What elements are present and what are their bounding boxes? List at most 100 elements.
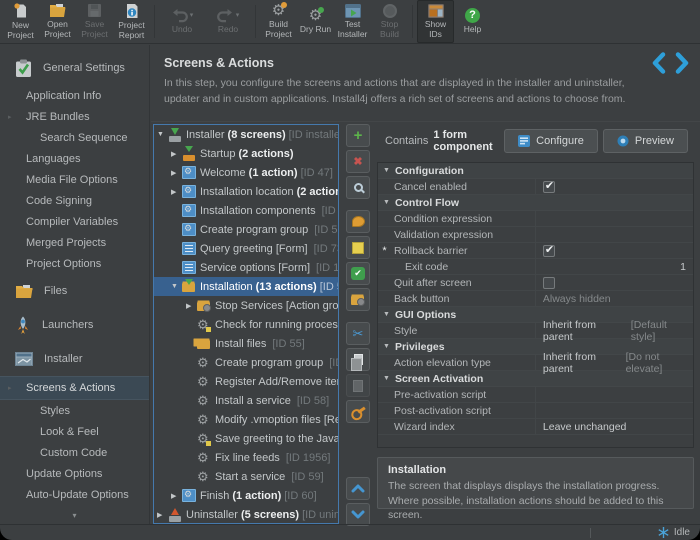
tree-row[interactable]: ▶Stop Services [Action group](...: [154, 296, 338, 315]
property-row[interactable]: Condition expression: [378, 211, 693, 227]
property-row[interactable]: Exit code1: [378, 259, 693, 275]
property-row[interactable]: Action elevation typeInherit from parent…: [378, 355, 693, 371]
project-report-button[interactable]: Project Report: [113, 0, 150, 43]
sidebar-item-auto-update-options[interactable]: Auto-Update Options: [0, 484, 149, 505]
previous-step-icon[interactable]: [651, 52, 667, 74]
tree-row[interactable]: Create program group[ID 56]: [154, 353, 338, 372]
property-row[interactable]: Cancel enabled: [378, 179, 693, 195]
test-installer-button[interactable]: Test Installer: [334, 0, 371, 43]
collapse-icon[interactable]: ▼: [157, 131, 168, 138]
paste-button[interactable]: [346, 374, 370, 397]
build-project-button[interactable]: ⚙ Build Project: [260, 0, 297, 43]
sidebar-item-languages[interactable]: Languages: [0, 148, 149, 169]
tree-row[interactable]: Start a service[ID 59]: [154, 467, 338, 486]
sidebar-scroll-more-icon[interactable]: ▾: [0, 511, 149, 520]
property-row[interactable]: Quit after screen: [378, 275, 693, 291]
save-project-button[interactable]: Save Project: [76, 0, 113, 43]
tree-row[interactable]: Modify .vmoption files [Replac...: [154, 410, 338, 429]
property-row[interactable]: *Rollback barrier: [378, 243, 693, 259]
tree-row[interactable]: Installation components[ID 49]: [154, 201, 338, 220]
redo-button[interactable]: ▾ Redo: [205, 0, 251, 43]
expand-icon[interactable]: ▶: [171, 492, 182, 500]
sidebar-item-application-info[interactable]: Application Info: [0, 85, 149, 106]
collapse-icon[interactable]: ▼: [383, 343, 390, 350]
sidebar-item-launchers[interactable]: Launchers: [0, 308, 149, 342]
expander-icon[interactable]: ▸: [8, 384, 12, 392]
checkbox-checked[interactable]: [543, 181, 555, 193]
sidebar-item-compiler-variables[interactable]: Compiler Variables: [0, 211, 149, 232]
add-button[interactable]: +: [346, 124, 370, 147]
sidebar-item-styles[interactable]: Styles: [0, 400, 149, 421]
sidebar-item-search-sequence[interactable]: Search Sequence: [0, 127, 149, 148]
section-configuration[interactable]: ▼Configuration: [378, 163, 693, 179]
tree-row[interactable]: Service options [Form][ID 1565]: [154, 258, 338, 277]
move-up-button[interactable]: [346, 477, 370, 500]
section-control-flow[interactable]: ▼Control Flow: [378, 195, 693, 211]
property-row[interactable]: StyleInherit from parent[Default style]: [378, 323, 693, 339]
checkbox-unchecked[interactable]: [543, 277, 555, 289]
expand-icon[interactable]: ▶: [171, 150, 182, 158]
tree-row[interactable]: Install a service[ID 58]: [154, 391, 338, 410]
tree-row[interactable]: Check for running processes[I...: [154, 315, 338, 334]
tree-row[interactable]: Fix line feeds[ID 1956]: [154, 448, 338, 467]
sidebar-item-jre-bundles[interactable]: ▸JRE Bundles: [0, 106, 149, 127]
tree-row[interactable]: Save greeting to the Java prefe...: [154, 429, 338, 448]
move-down-button[interactable]: [346, 503, 370, 526]
link-button[interactable]: [346, 400, 370, 423]
next-step-icon[interactable]: [674, 52, 690, 74]
tree-row[interactable]: Install files[ID 55]: [154, 334, 338, 353]
sidebar-item-code-signing[interactable]: Code Signing: [0, 190, 149, 211]
collapse-icon[interactable]: ▼: [383, 199, 390, 206]
sidebar-item-media-file-options[interactable]: Media File Options: [0, 169, 149, 190]
property-row[interactable]: Pre-activation script: [378, 387, 693, 403]
sidebar-item-merged-projects[interactable]: Merged Projects: [0, 232, 149, 253]
preview-button[interactable]: Preview: [603, 129, 688, 153]
tree-row[interactable]: Create program group[ID 50]: [154, 220, 338, 239]
sidebar-item-files[interactable]: Files: [0, 274, 149, 308]
expand-icon[interactable]: ▶: [157, 511, 168, 519]
sidebar-item-look-and-feel[interactable]: Look & Feel: [0, 421, 149, 442]
checkbox-checked[interactable]: [543, 245, 555, 257]
comment-button[interactable]: [346, 210, 370, 233]
show-ids-button[interactable]: Show IDs: [417, 0, 454, 43]
expander-icon[interactable]: ▸: [8, 113, 12, 121]
expand-icon[interactable]: ▶: [171, 188, 182, 196]
open-project-button[interactable]: Open Project: [39, 0, 76, 43]
sidebar-item-installer[interactable]: Installer: [0, 342, 149, 376]
expand-icon[interactable]: ▶: [186, 302, 197, 310]
expand-icon[interactable]: ▶: [171, 169, 182, 177]
tree-row[interactable]: ▶Startup(2 actions): [154, 144, 338, 163]
tree-row[interactable]: ▼Installer(8 screens)[ID installer]: [154, 125, 338, 144]
exit-code-value[interactable]: 1: [543, 261, 693, 273]
validate-button[interactable]: ✔: [346, 262, 370, 285]
stop-build-button[interactable]: Stop Build: [371, 0, 408, 43]
property-row[interactable]: Back buttonAlways hidden: [378, 291, 693, 307]
sidebar-item-general-settings[interactable]: General Settings: [0, 51, 149, 85]
tree-row[interactable]: ▶Welcome(1 action)[ID 47]: [154, 163, 338, 182]
sidebar-item-custom-code[interactable]: Custom Code: [0, 442, 149, 463]
help-button[interactable]: ? Help: [454, 0, 491, 43]
tree-row[interactable]: Register Add/Remove item[ID...: [154, 372, 338, 391]
undo-button[interactable]: ▾ Undo: [159, 0, 205, 43]
property-row[interactable]: Validation expression: [378, 227, 693, 243]
find-button[interactable]: [346, 176, 370, 199]
copy-button[interactable]: [346, 348, 370, 371]
dry-run-button[interactable]: ⚙ Dry Run: [297, 0, 334, 43]
tree-row[interactable]: ▶Installation location(2 actions)[I...: [154, 182, 338, 201]
cut-button[interactable]: ✂: [346, 322, 370, 345]
sidebar-item-project-options[interactable]: Project Options: [0, 253, 149, 274]
remove-button[interactable]: ✖: [346, 150, 370, 173]
collapse-icon[interactable]: ▼: [171, 283, 182, 290]
redo-dropdown-icon[interactable]: ▾: [236, 12, 240, 20]
collapse-icon[interactable]: ▼: [383, 311, 390, 318]
property-row[interactable]: Post-activation script: [378, 403, 693, 419]
collapse-icon[interactable]: ▼: [383, 375, 390, 382]
sidebar-item-screens-and-actions[interactable]: ▸Screens & Actions: [0, 376, 149, 400]
tree-row[interactable]: Query greeting [Form][ID 73]: [154, 239, 338, 258]
new-project-button[interactable]: New Project: [2, 0, 39, 43]
action-group-button[interactable]: [346, 288, 370, 311]
tree-row-selected[interactable]: ▼Installation(13 actions)[ID 53]: [154, 277, 338, 296]
note-button[interactable]: [346, 236, 370, 259]
tree-row[interactable]: ▶Finish(1 action)[ID 60]: [154, 486, 338, 505]
sidebar-item-update-options[interactable]: Update Options: [0, 463, 149, 484]
